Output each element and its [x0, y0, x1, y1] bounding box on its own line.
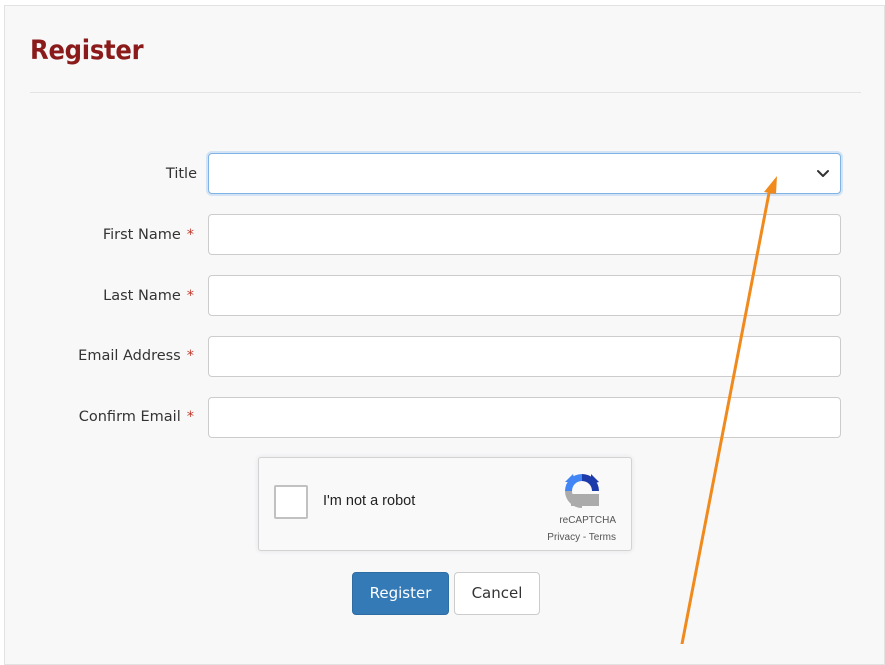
- required-marker: *: [186, 409, 194, 425]
- required-marker: *: [186, 288, 194, 304]
- confirm-email-label: Confirm Email *: [79, 407, 194, 427]
- recaptcha-checkbox[interactable]: [274, 485, 308, 519]
- first-name-label-text: First Name: [102, 227, 181, 243]
- required-marker: *: [186, 227, 194, 243]
- email-address-label: Email Address *: [78, 346, 194, 366]
- title-divider: [30, 92, 861, 93]
- confirm-email-label-text: Confirm Email: [78, 409, 181, 425]
- last-name-field[interactable]: [208, 275, 841, 316]
- title-label-text: Title: [165, 166, 197, 182]
- cancel-button[interactable]: Cancel: [454, 572, 540, 615]
- page-title: Register: [30, 35, 144, 66]
- first-name-field[interactable]: [208, 214, 841, 255]
- chevron-down-icon: [817, 170, 829, 177]
- recaptcha-widget: I'm not a robot reCAPTCHA Privacy - Term…: [258, 457, 632, 551]
- required-marker: *: [186, 348, 194, 364]
- recaptcha-brand: reCAPTCHA: [559, 515, 616, 526]
- email-address-field[interactable]: [208, 336, 841, 377]
- title-select[interactable]: [208, 153, 841, 194]
- register-button[interactable]: Register: [352, 572, 449, 615]
- confirm-email-field[interactable]: [208, 397, 841, 438]
- recaptcha-label: I'm not a robot: [323, 493, 416, 509]
- first-name-label: First Name *: [103, 225, 194, 245]
- register-panel: [4, 5, 885, 665]
- email-address-label-text: Email Address: [78, 348, 181, 364]
- recaptcha-privacy-terms-link[interactable]: Privacy - Terms: [547, 532, 616, 543]
- last-name-label: Last Name *: [103, 286, 194, 306]
- recaptcha-logo-icon: [565, 474, 599, 508]
- title-label: Title: [166, 164, 197, 184]
- last-name-label-text: Last Name: [103, 288, 181, 304]
